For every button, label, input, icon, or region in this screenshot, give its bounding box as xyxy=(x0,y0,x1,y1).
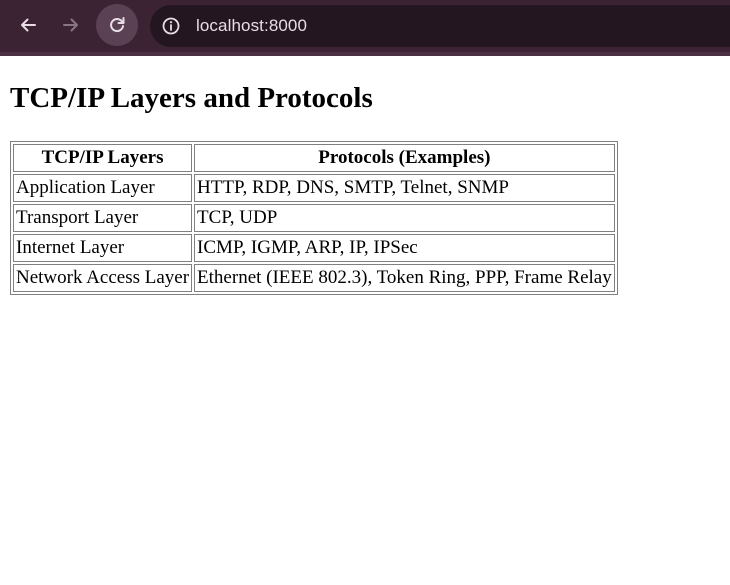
forward-button[interactable] xyxy=(50,4,92,46)
table-row: Internet Layer ICMP, IGMP, ARP, IP, IPSe… xyxy=(13,234,615,262)
table-row: Network Access Layer Ethernet (IEEE 802.… xyxy=(13,264,615,292)
arrow-left-icon xyxy=(21,18,36,32)
page-content: TCP/IP Layers and Protocols TCP/IP Layer… xyxy=(0,56,730,585)
back-button[interactable] xyxy=(7,4,49,46)
layer-cell: Internet Layer xyxy=(13,234,193,262)
table-row: Transport Layer TCP, UDP xyxy=(13,204,615,232)
page-title: TCP/IP Layers and Protocols xyxy=(10,82,373,114)
protocols-cell: ICMP, IGMP, ARP, IP, IPSec xyxy=(194,234,615,262)
site-info-button[interactable] xyxy=(156,11,186,41)
url-text[interactable]: localhost:8000 xyxy=(196,16,307,36)
protocols-cell: TCP, UDP xyxy=(194,204,615,232)
address-bar[interactable]: localhost:8000 xyxy=(150,5,730,47)
browser-toolbar: localhost:8000 xyxy=(0,0,730,52)
reload-icon xyxy=(110,17,125,33)
column-header-protocols: Protocols (Examples) xyxy=(194,144,615,172)
arrow-right-icon xyxy=(63,18,78,32)
layer-cell: Transport Layer xyxy=(13,204,193,232)
table-row: Application Layer HTTP, RDP, DNS, SMTP, … xyxy=(13,174,615,202)
info-icon xyxy=(162,17,180,35)
protocol-table: TCP/IP Layers Protocols (Examples) Appli… xyxy=(10,141,618,295)
table-header-row: TCP/IP Layers Protocols (Examples) xyxy=(13,144,615,172)
layer-cell: Network Access Layer xyxy=(13,264,193,292)
reload-button[interactable] xyxy=(96,4,138,46)
layer-cell: Application Layer xyxy=(13,174,193,202)
protocols-cell: HTTP, RDP, DNS, SMTP, Telnet, SNMP xyxy=(194,174,615,202)
column-header-layers: TCP/IP Layers xyxy=(13,144,193,172)
protocols-cell: Ethernet (IEEE 802.3), Token Ring, PPP, … xyxy=(194,264,615,292)
